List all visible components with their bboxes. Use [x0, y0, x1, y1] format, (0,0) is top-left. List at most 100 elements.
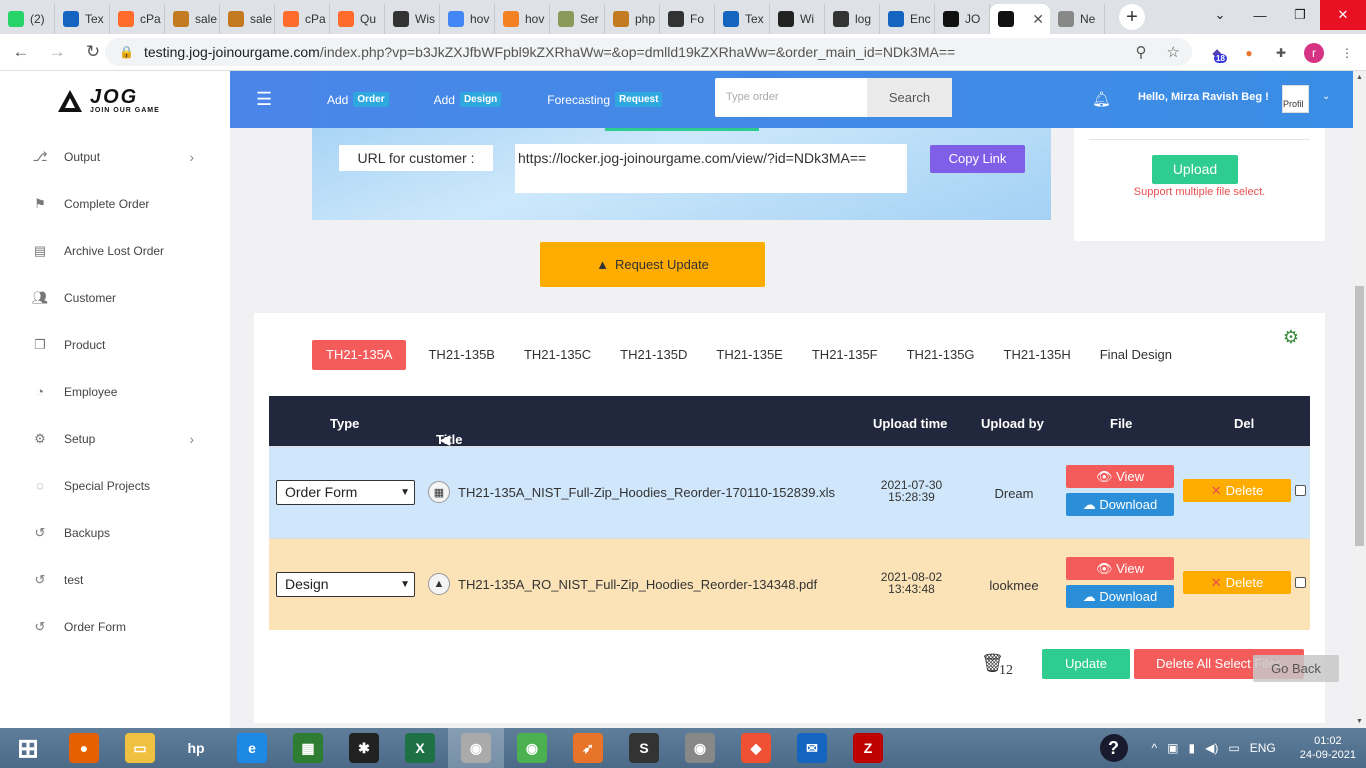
bell-icon[interactable]: 🔔︎ [1092, 90, 1111, 108]
battery-icon[interactable]: ▭ [1228, 741, 1239, 755]
browser-tab[interactable]: (2) [0, 4, 55, 34]
taskbar-item[interactable]: e [224, 728, 280, 768]
add-order-link[interactable]: Add Order [327, 92, 389, 107]
browser-tab[interactable]: Tex [55, 4, 110, 34]
update-button[interactable]: Update [1042, 649, 1130, 679]
tab-th21-135b[interactable]: TH21-135B [428, 340, 494, 370]
browser-tab[interactable]: cPa [110, 4, 165, 34]
close-window-button[interactable]: ✕ [1320, 0, 1366, 30]
tab-th21-135h[interactable]: TH21-135H [1004, 340, 1071, 370]
extension-orange-icon[interactable]: ● [1240, 44, 1258, 62]
copy-link-button[interactable]: Copy Link [930, 145, 1025, 173]
taskbar-item[interactable]: ● [56, 728, 112, 768]
sidebar-item-setup[interactable]: ⚙ Setup › [0, 415, 230, 462]
download-button[interactable]: ☁ Download [1066, 585, 1174, 608]
minimize-button[interactable]: — [1240, 8, 1280, 23]
tab-th21-135e[interactable]: TH21-135E [716, 340, 782, 370]
menu-kebab-icon[interactable]: ⋮ [1338, 44, 1356, 62]
type-select[interactable]: Order Form ▼ [276, 480, 415, 505]
taskbar-item[interactable]: ✉ [784, 728, 840, 768]
browser-tab[interactable]: Tex [715, 4, 770, 34]
tab-th21-135d[interactable]: TH21-135D [620, 340, 687, 370]
select-checkbox[interactable] [1295, 577, 1306, 588]
clock[interactable]: 01:02 24-09-2021 [1300, 734, 1356, 762]
signal-icon[interactable]: ▮ [1189, 741, 1196, 755]
taskbar-item[interactable]: ◉ [504, 728, 560, 768]
puzzle-icon[interactable]: ✚ [1272, 44, 1290, 62]
customer-url-field[interactable]: https://locker.jog-joinourgame.com/view/… [515, 144, 907, 193]
browser-tab[interactable]: JO [935, 4, 990, 34]
taskbar-item[interactable]: ✱ [336, 728, 392, 768]
jog-logo[interactable]: JOG JOIN OUR GAME [58, 87, 160, 114]
delete-button[interactable]: ✕ Delete [1183, 479, 1291, 502]
browser-tab[interactable]: Wi [770, 4, 825, 34]
new-tab-button[interactable]: + [1119, 4, 1145, 30]
scrollbar-thumb[interactable] [1355, 286, 1364, 546]
taskbar-item[interactable]: S [616, 728, 672, 768]
request-update-button[interactable]: ▲ Request Update [540, 242, 765, 287]
browser-tab[interactable]: hov [440, 4, 495, 34]
sidebar-item-complete-order[interactable]: ⚑ Complete Order [0, 180, 230, 227]
help-icon[interactable]: ? [1099, 734, 1128, 762]
sidebar-item-product[interactable]: ❐ Product [0, 321, 230, 368]
browser-tab[interactable]: Enc [880, 4, 935, 34]
back-icon[interactable]: ← [6, 42, 36, 62]
bookmark-star-icon[interactable]: ☆ [1167, 43, 1180, 61]
add-design-link[interactable]: Add Design [434, 92, 502, 107]
url-field[interactable]: 🔒 testing.jog-joinourgame.com /index.php… [105, 38, 1192, 66]
page-scrollbar[interactable]: ▲ ▼ [1353, 71, 1366, 728]
tab-th21-135f[interactable]: TH21-135F [812, 340, 878, 370]
taskbar-item[interactable]: ▦ [280, 728, 336, 768]
sidebar-item-special-projects[interactable]: ◌ Special Projects [0, 462, 230, 509]
browser-tab[interactable]: Fo [660, 4, 715, 34]
taskbar-item[interactable]: ◉ [448, 728, 504, 768]
browser-tab[interactable]: sale [165, 4, 220, 34]
profile-avatar[interactable]: r [1304, 43, 1324, 63]
go-back-button[interactable]: Go Back [1253, 655, 1339, 682]
browser-tab[interactable]: hov [495, 4, 550, 34]
taskbar-item[interactable]: ➶ [560, 728, 616, 768]
browser-tab[interactable]: Ser [550, 4, 605, 34]
tab-final-design[interactable]: Final Design [1100, 340, 1172, 370]
tab-th21-135g[interactable]: TH21-135G [907, 340, 975, 370]
gears-icon[interactable]: ⚙ [1283, 327, 1299, 348]
order-search-input[interactable]: Type order [715, 78, 867, 117]
browser-tab[interactable]: Qu [330, 4, 385, 34]
sidebar-item-customer[interactable]: 👥︎ Customer [0, 274, 230, 321]
zoom-icon[interactable]: ⚲ [1136, 43, 1147, 61]
forecasting-request-link[interactable]: Forecasting Request [547, 92, 663, 107]
browser-tab[interactable]: Ne [1050, 4, 1105, 34]
sidebar-item-test[interactable]: ↺ test [0, 556, 230, 603]
tab-th21-135c[interactable]: TH21-135C [524, 340, 591, 370]
hamburger-menu-icon[interactable]: ☰ [256, 89, 272, 110]
network-icon[interactable]: ▣ [1167, 741, 1178, 755]
taskbar-item[interactable]: ◉ [672, 728, 728, 768]
scroll-down-icon[interactable]: ▼ [1356, 718, 1363, 725]
taskbar-item[interactable]: X [392, 728, 448, 768]
maximize-button[interactable]: ❐ [1280, 7, 1320, 23]
close-tab-icon[interactable]: ✕ [1032, 11, 1044, 28]
tab-th21-135a[interactable]: TH21-135A [312, 340, 407, 370]
volume-icon[interactable]: ◀) [1205, 741, 1218, 755]
file-title[interactable]: TH21-135A_NIST_Full-Zip_Hoodies_Reorder-… [458, 485, 835, 500]
sidebar-item-order-form[interactable]: ↺ Order Form [0, 603, 230, 650]
sidebar-item-backups[interactable]: ↺ Backups [0, 509, 230, 556]
taskbar-item[interactable]: ◆ [728, 728, 784, 768]
taskbar-item[interactable]: hp [168, 728, 224, 768]
sidebar-item-employee[interactable]: ◔ Employee [0, 368, 230, 415]
view-button[interactable]: 👁︎ View [1066, 465, 1174, 488]
extension-icon[interactable]: ◆ 18 [1208, 44, 1227, 63]
browser-tab[interactable]: cPa [275, 4, 330, 34]
type-select[interactable]: Design ▼ [276, 572, 415, 597]
sidebar-item-archive-lost-order[interactable]: ▤ Archive Lost Order [0, 227, 230, 274]
file-title[interactable]: TH21-135A_RO_NIST_Full-Zip_Hoodies_Reord… [458, 577, 817, 592]
profile-image[interactable]: Profil [1282, 85, 1309, 113]
browser-tab[interactable]: log [825, 4, 880, 34]
chevron-down-icon[interactable]: ⌄ [1322, 91, 1330, 102]
browser-tab[interactable]: sale [220, 4, 275, 34]
select-checkbox[interactable] [1295, 485, 1306, 496]
browser-tab[interactable]: php [605, 4, 660, 34]
forward-icon[interactable]: → [42, 42, 72, 62]
tray-overflow-icon[interactable]: ^ [1152, 741, 1158, 755]
view-button[interactable]: 👁︎ View [1066, 557, 1174, 580]
